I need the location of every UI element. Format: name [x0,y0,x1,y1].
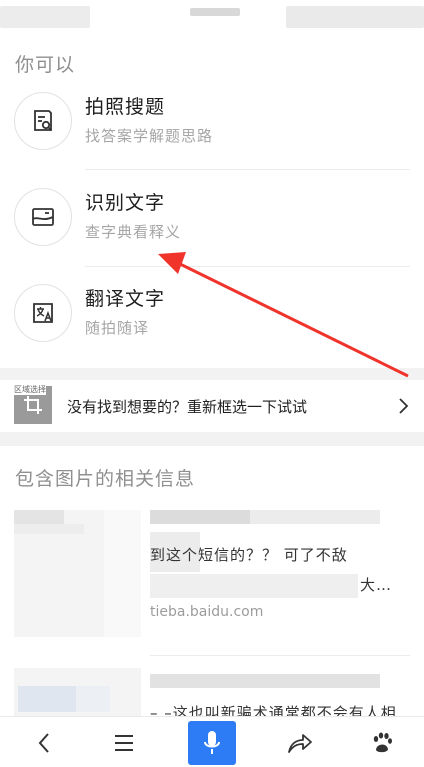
share-arrow-icon [288,733,312,753]
paw-icon [373,732,392,752]
share-button[interactable] [278,717,322,767]
bottom-toolbar [0,716,424,767]
menu-icon [115,734,133,751]
back-button[interactable] [24,717,64,767]
chevron-left-icon [38,732,49,753]
baidu-paw-button[interactable] [362,717,402,767]
menu-button[interactable] [104,717,144,767]
annotation-arrow [158,252,409,378]
microphone-icon [204,731,220,754]
voice-button[interactable] [188,721,236,765]
